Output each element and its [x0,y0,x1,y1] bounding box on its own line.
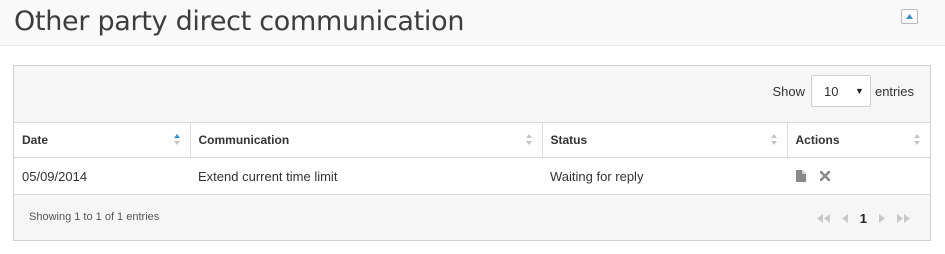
next-page-icon[interactable] [879,214,885,223]
table-footer: Showing 1 to 1 of 1 entries 1 [14,196,930,240]
column-label: Status [550,133,588,147]
sort-icon [770,134,777,146]
page-title: Other party direct communication [14,6,465,37]
page-header: Other party direct communication [0,0,945,46]
column-label: Communication [198,133,290,147]
entries-length-control: Show 10 ▼ entries [772,75,914,107]
first-page-icon[interactable] [816,214,830,223]
entries-select-value: 10 [823,83,839,99]
delete-icon[interactable] [820,171,830,181]
cell-actions [787,157,930,195]
table-row: 05/09/2014 Extend current time limit Wai… [14,157,930,195]
entries-select[interactable]: 10 ▼ [810,75,871,107]
collapse-button[interactable] [901,9,918,24]
pagination: 1 [816,211,910,226]
column-label: Actions [795,133,840,147]
column-header-status[interactable]: Status [542,122,788,158]
column-label: Date [22,133,49,147]
entries-label: entries [874,83,914,99]
column-header-date[interactable]: Date [14,122,191,158]
page-number[interactable]: 1 [860,211,867,226]
collapse-icon [906,14,913,19]
previous-page-icon[interactable] [841,214,848,223]
show-label: Show [772,83,805,99]
cell-status: Waiting for reply [542,157,787,195]
column-header-actions[interactable]: Actions [787,122,930,158]
sort-icon [525,134,532,146]
document-icon[interactable] [796,170,806,182]
cell-date: 05/09/2014 [14,157,190,195]
cell-communication: Extend current time limit [190,157,542,195]
communication-table: Date Communication Status Actions 05/09/… [14,122,930,195]
table-header-row: Date Communication Status Actions [14,122,930,158]
sort-icon [914,134,920,146]
last-page-icon[interactable] [897,214,910,223]
sort-icon [173,134,180,146]
communication-panel: Show 10 ▼ entries Date Communication Sta… [13,65,931,241]
table-info: Showing 1 to 1 of 1 entries [29,211,160,223]
chevron-down-icon: ▼ [855,86,864,96]
column-header-communication[interactable]: Communication [190,122,543,158]
